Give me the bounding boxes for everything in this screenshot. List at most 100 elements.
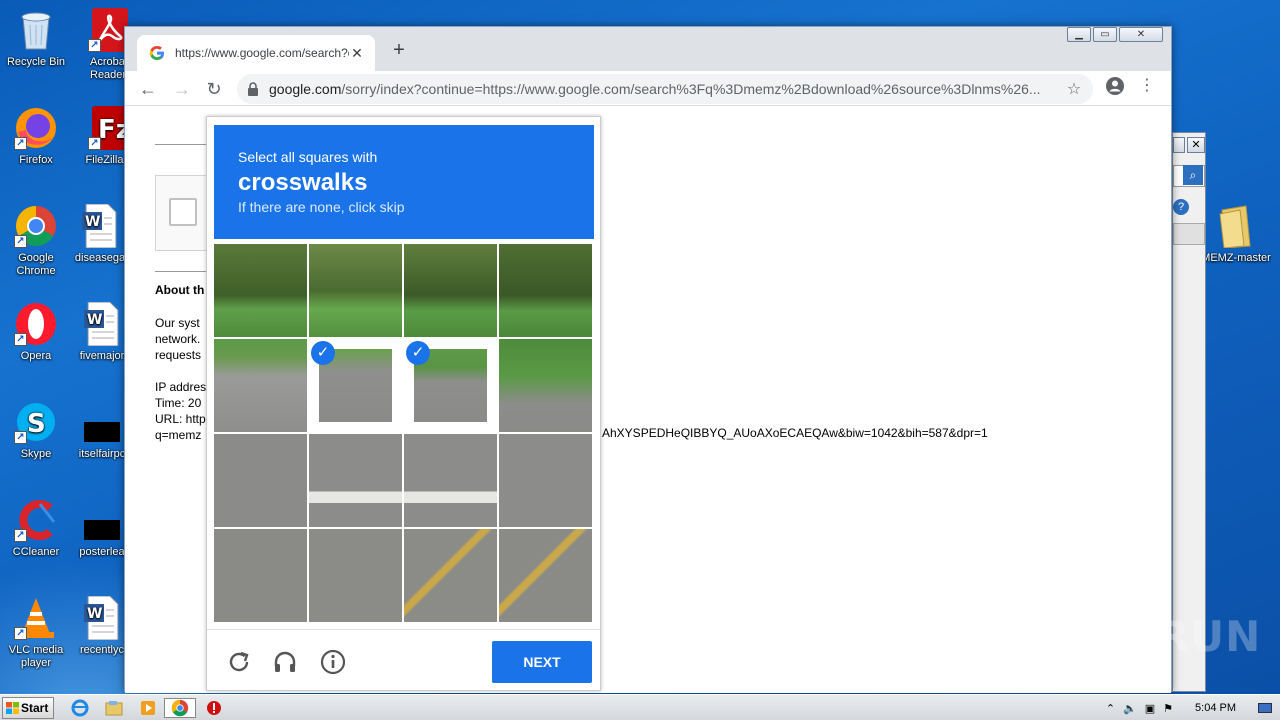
close-window-button[interactable]: ✕	[1119, 27, 1163, 42]
firefox-icon: ↗	[14, 106, 58, 150]
desktop-icon-recycle-bin[interactable]: Recycle Bin	[0, 8, 72, 69]
image-tile[interactable]	[404, 434, 497, 527]
image-tile[interactable]	[214, 244, 307, 337]
desktop-icon-vlc[interactable]: ↗ VLC media player	[0, 596, 72, 670]
google-g-icon	[149, 46, 164, 60]
svg-text:S: S	[27, 409, 46, 439]
checkmark-icon: ✓	[311, 341, 335, 365]
taskbar-chrome-icon[interactable]	[164, 698, 196, 718]
address-bar[interactable]: google.com/sorry/index?continue=https://…	[237, 74, 1093, 104]
volume-icon[interactable]: 🔈	[1123, 702, 1137, 715]
taskbar-opera-icon[interactable]	[200, 698, 228, 718]
profile-avatar-icon[interactable]	[1105, 76, 1125, 96]
desktop-icon-label: MEMZ-master	[1201, 252, 1271, 264]
desktop-icon-chrome[interactable]: ↗ Google Chrome	[0, 204, 72, 278]
desktop-icon-label: Recycle Bin	[6, 56, 66, 68]
word-doc-icon: W	[78, 204, 122, 248]
divider	[155, 271, 207, 272]
image-tile[interactable]	[404, 529, 497, 622]
desktop-icon-label: VLC media player	[8, 644, 64, 669]
chrome-icon: ↗	[14, 204, 58, 248]
desktop-icon-label: Firefox	[19, 154, 53, 166]
desktop-icon-opera[interactable]: ↗ Opera	[0, 302, 72, 363]
tab-strip: https://www.google.com/search?q= ✕ + ▁ ▭…	[125, 27, 1171, 71]
taskbar-media-player-icon[interactable]	[134, 698, 162, 718]
url-text: google.com/sorry/index?continue=https://…	[269, 81, 1041, 97]
menu-kebab-icon[interactable]: ⋮	[1137, 76, 1157, 96]
windows-logo-icon	[6, 702, 19, 714]
image-tile-selected[interactable]: ✓	[404, 339, 497, 432]
image-tile[interactable]	[499, 244, 592, 337]
reload-icon[interactable]: ↻	[201, 76, 227, 102]
lock-icon	[248, 82, 258, 96]
restore-button[interactable]: ▭	[1093, 27, 1117, 42]
search-icon[interactable]: ⌕	[1183, 165, 1203, 185]
anyrun-watermark: ANY RUN	[1040, 612, 1262, 661]
panel-button[interactable]	[1173, 223, 1205, 245]
image-tile[interactable]	[499, 529, 592, 622]
challenge-footer: NEXT	[207, 629, 600, 691]
image-tile[interactable]	[309, 434, 402, 527]
desktop-icon-label: CCleaner	[12, 546, 60, 558]
image-tile-selected[interactable]: ✓	[309, 339, 402, 432]
image-tile[interactable]	[404, 244, 497, 337]
image-tile[interactable]	[214, 339, 307, 432]
image-grid: ✓ ✓	[214, 244, 594, 624]
para-line: requests	[155, 348, 202, 362]
taskbar: Start ⌃ 🔈 ▣ ⚑ 5:04 PM	[0, 694, 1280, 720]
tab-title: https://www.google.com/search?q=	[175, 46, 349, 60]
desktop-icon-firefox[interactable]: ↗ Firefox	[0, 106, 72, 167]
desktop-icon-ccleaner[interactable]: ↗ CCleaner	[0, 498, 72, 559]
forward-arrow-icon[interactable]: →	[169, 76, 195, 102]
minimize-button[interactable]: ▁	[1067, 27, 1091, 42]
url-tail-text: AhXYSPEDHeQIBBYQ_AUoAXoECAEQAw&biw=1042&…	[602, 426, 988, 440]
tray-chevron-icon[interactable]: ⌃	[1106, 702, 1115, 715]
image-tile[interactable]	[309, 529, 402, 622]
about-heading: About th	[155, 283, 205, 297]
reload-challenge-icon[interactable]	[225, 648, 253, 676]
desktop-icon-label: Google Chrome	[16, 252, 56, 277]
bookmark-star-icon[interactable]: ☆	[1065, 79, 1083, 99]
back-arrow-icon[interactable]: ←	[135, 76, 161, 102]
next-button[interactable]: NEXT	[492, 641, 592, 683]
image-tile[interactable]	[214, 434, 307, 527]
taskbar-ie-icon[interactable]	[66, 698, 94, 718]
challenge-target: crosswalks	[238, 169, 368, 196]
black-file-icon	[80, 400, 124, 444]
browser-tab[interactable]: https://www.google.com/search?q= ✕	[137, 35, 375, 71]
new-tab-button[interactable]: +	[387, 39, 411, 63]
checkmark-icon: ✓	[406, 341, 430, 365]
skype-icon: S ↗	[14, 400, 58, 444]
desktop-icon-memz-master[interactable]: MEMZ-master	[1200, 204, 1272, 265]
action-center-flag-icon[interactable]: ⚑	[1163, 702, 1173, 715]
vlc-icon: ↗	[14, 596, 58, 640]
svg-text:W: W	[87, 606, 102, 622]
image-tile[interactable]	[499, 339, 592, 432]
image-tile[interactable]	[309, 244, 402, 337]
desktop-icon-skype[interactable]: S ↗ Skype	[0, 400, 72, 461]
recaptcha-checkbox[interactable]	[169, 198, 197, 226]
maximize-button[interactable]	[1173, 137, 1185, 153]
show-desktop-icon[interactable]	[1258, 703, 1272, 713]
challenge-hint: If there are none, click skip	[238, 199, 405, 215]
image-tile[interactable]	[214, 529, 307, 622]
word-doc-icon: W	[80, 596, 124, 640]
close-tab-icon[interactable]: ✕	[349, 45, 365, 62]
audio-challenge-icon[interactable]	[271, 648, 299, 676]
network-icon[interactable]: ▣	[1145, 702, 1155, 715]
para-line: Time: 20	[155, 396, 202, 410]
recycle-bin-icon	[14, 8, 58, 52]
desktop-icon-label: Skype	[20, 448, 52, 460]
svg-text:W: W	[85, 214, 100, 230]
help-icon[interactable]: ?	[1173, 199, 1189, 215]
info-icon[interactable]	[319, 648, 347, 676]
close-button[interactable]: ✕	[1187, 137, 1205, 153]
taskbar-explorer-icon[interactable]	[100, 698, 128, 718]
window-controls: ▁ ▭ ✕	[1067, 27, 1163, 43]
start-button[interactable]: Start	[2, 697, 54, 719]
start-label: Start	[21, 701, 49, 715]
image-tile[interactable]	[499, 434, 592, 527]
recaptcha-widget	[155, 175, 207, 251]
clock[interactable]: 5:04 PM	[1195, 702, 1236, 714]
folder-icon	[1214, 204, 1258, 248]
